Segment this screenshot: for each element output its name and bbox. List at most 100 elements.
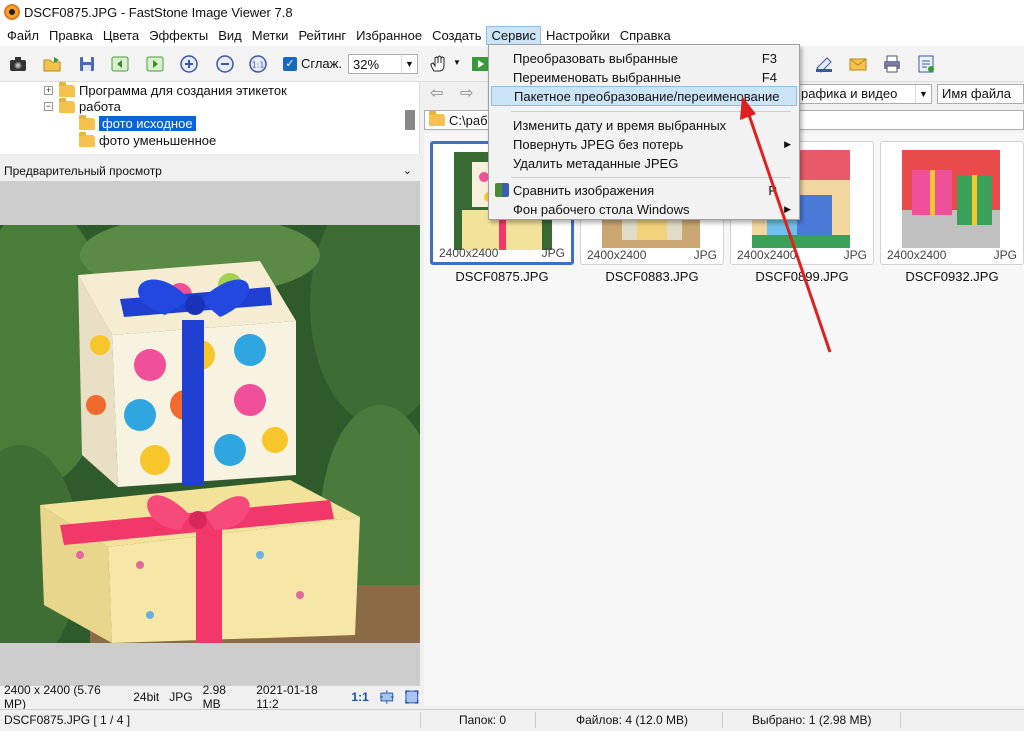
- tree-item-label: фото уменьшенное: [99, 133, 217, 148]
- open-folder-icon[interactable]: [41, 53, 63, 75]
- menu-item-label: Сравнить изображения: [513, 182, 655, 198]
- menu-view[interactable]: Вид: [213, 26, 247, 45]
- thumbnail-meta: 2400x2400 JPG: [439, 246, 565, 260]
- tree-item[interactable]: фото уменьшенное: [79, 131, 217, 149]
- next-icon[interactable]: [144, 53, 166, 75]
- status-divider: [722, 712, 723, 728]
- hand-tool-chevron-icon[interactable]: ▼: [453, 58, 461, 67]
- thumbnail[interactable]: 2400x2400 JPG: [880, 141, 1024, 265]
- thumbnail-format: JPG: [993, 248, 1017, 262]
- zoom-out-icon[interactable]: [214, 53, 236, 75]
- folder-tree: + Программа для создания этикеток − рабо…: [0, 81, 420, 154]
- menu-settings[interactable]: Настройки: [541, 26, 615, 45]
- tree-item-label: фото исходное: [99, 116, 196, 131]
- menu-file[interactable]: Файл: [2, 26, 44, 45]
- menu-item-desktop-wallpaper[interactable]: Фон рабочего стола Windows ▶: [491, 199, 797, 219]
- folder-icon: [59, 97, 75, 113]
- image-file-size: 2.98 MB: [202, 683, 226, 711]
- thumbnail-format: JPG: [843, 248, 867, 262]
- menu-item-compare-images[interactable]: Сравнить изображения P: [491, 180, 797, 200]
- thumbnail-meta: 2400x2400 JPG: [587, 248, 717, 262]
- thumbnail-format: JPG: [541, 246, 565, 260]
- thumbnail-image: [902, 150, 1000, 248]
- menu-item-lossless-rotate[interactable]: Повернуть JPEG без потерь ▶: [491, 134, 797, 154]
- settings-icon[interactable]: [915, 53, 937, 75]
- svg-text:1:1: 1:1: [252, 61, 265, 70]
- tree-item[interactable]: − работа: [44, 97, 121, 115]
- camera-icon[interactable]: [7, 53, 29, 75]
- menu-item-change-date[interactable]: Изменить дату и время выбранных: [491, 115, 797, 135]
- chevron-down-icon[interactable]: ▼: [401, 55, 417, 73]
- menu-item-label: Удалить метаданные JPEG: [513, 155, 679, 171]
- collapse-chevron-icon[interactable]: ⌄: [403, 164, 412, 177]
- thumbnail-resolution: 2400x2400: [439, 246, 499, 260]
- preview-image[interactable]: [0, 225, 420, 643]
- menu-item-shortcut: F3: [761, 50, 777, 66]
- menu-item-label: Переименовать выбранные: [513, 69, 682, 85]
- tree-scrollbar-thumb[interactable]: [405, 110, 415, 130]
- menu-rating[interactable]: Рейтинг: [293, 26, 351, 45]
- save-icon[interactable]: [76, 53, 98, 75]
- menu-effects[interactable]: Эффекты: [144, 26, 213, 45]
- tree-item-label: работа: [79, 99, 121, 114]
- print-icon[interactable]: [881, 53, 903, 75]
- menu-service[interactable]: Сервис: [486, 25, 541, 45]
- zoom-select[interactable]: 32% ▼: [348, 54, 418, 74]
- status-bar: DSCF0875.JPG [ 1 / 4 ] Папок: 0 Файлов: …: [0, 709, 1024, 731]
- menu-item-label: Преобразовать выбранные: [513, 50, 678, 66]
- menu-item-label: Повернуть JPEG без потерь: [513, 136, 684, 152]
- menu-item-remove-metadata[interactable]: Удалить метаданные JPEG: [491, 153, 797, 173]
- menu-item-shortcut: F4: [761, 69, 777, 85]
- actual-size-icon[interactable]: 1:1: [247, 53, 269, 75]
- window-title: DSCF0875.JPG - FastStone Image Viewer 7.…: [24, 4, 293, 20]
- thumbnail-name[interactable]: DSCF0883.JPG: [580, 269, 724, 284]
- status-divider: [535, 712, 536, 728]
- email-icon[interactable]: [847, 53, 869, 75]
- thumbnail-resolution: 2400x2400: [737, 248, 797, 262]
- service-dropdown-menu: Преобразовать выбранные F3 Переименовать…: [488, 44, 800, 220]
- menu-edit[interactable]: Правка: [44, 26, 98, 45]
- image-dimensions: 2400 x 2400 (5.76 MP): [4, 683, 101, 711]
- scanner-icon[interactable]: [813, 53, 835, 75]
- thumbnail-resolution: 2400x2400: [587, 248, 647, 262]
- menu-item-batch-convert-rename[interactable]: Пакетное преобразование/переименование: [491, 86, 797, 106]
- submenu-arrow-icon: ▶: [784, 203, 791, 214]
- tree-item[interactable]: + Программа для создания этикеток: [44, 81, 287, 99]
- menu-tags[interactable]: Метки: [247, 26, 294, 45]
- submenu-arrow-icon: ▶: [784, 138, 791, 149]
- menu-item-convert-selected[interactable]: Преобразовать выбранные F3: [491, 48, 797, 68]
- status-divider: [420, 712, 421, 728]
- smooth-checkbox[interactable]: ✓: [283, 56, 297, 71]
- menu-colors[interactable]: Цвета: [98, 26, 144, 45]
- menu-create[interactable]: Создать: [427, 26, 486, 45]
- image-bit-depth: 24bit: [133, 690, 160, 704]
- thumbnail-name[interactable]: DSCF0932.JPG: [880, 269, 1024, 284]
- fullscreen-icon[interactable]: [404, 689, 420, 705]
- collapse-icon[interactable]: −: [44, 102, 53, 111]
- hand-tool-icon[interactable]: [427, 53, 449, 75]
- file-type-filter-select[interactable]: рафика и видео ▼: [796, 84, 932, 104]
- smooth-toggle[interactable]: ✓ Сглаж.: [283, 56, 342, 71]
- menu-item-rename-selected[interactable]: Переименовать выбранные F4: [491, 67, 797, 87]
- title-bar: DSCF0875.JPG - FastStone Image Viewer 7.…: [0, 0, 1024, 24]
- tree-item-selected[interactable]: фото исходное: [79, 114, 196, 132]
- thumbnail-name[interactable]: DSCF0875.JPG: [430, 269, 574, 284]
- actual-size-ratio[interactable]: 1:1: [351, 690, 368, 704]
- compare-icon: [495, 183, 509, 197]
- sort-value: Имя файла: [942, 86, 1011, 101]
- thumbnail-resolution: 2400x2400: [887, 248, 947, 262]
- menu-help[interactable]: Справка: [615, 26, 676, 45]
- forward-arrow-icon[interactable]: ⇨: [460, 86, 478, 102]
- menu-favorites[interactable]: Избранное: [351, 26, 427, 45]
- folder-icon: [429, 111, 445, 126]
- sort-select[interactable]: Имя файла: [937, 84, 1024, 104]
- preview-panel: [0, 181, 420, 686]
- fit-window-icon[interactable]: [379, 689, 395, 705]
- previous-icon[interactable]: [109, 53, 131, 75]
- thumbnail-format: JPG: [693, 248, 717, 262]
- zoom-in-icon[interactable]: [178, 53, 200, 75]
- chevron-down-icon[interactable]: ▼: [915, 85, 931, 103]
- expand-icon[interactable]: +: [44, 86, 53, 95]
- back-arrow-icon[interactable]: ⇦: [430, 86, 448, 102]
- thumbnail-name[interactable]: DSCF0899.JPG: [730, 269, 874, 284]
